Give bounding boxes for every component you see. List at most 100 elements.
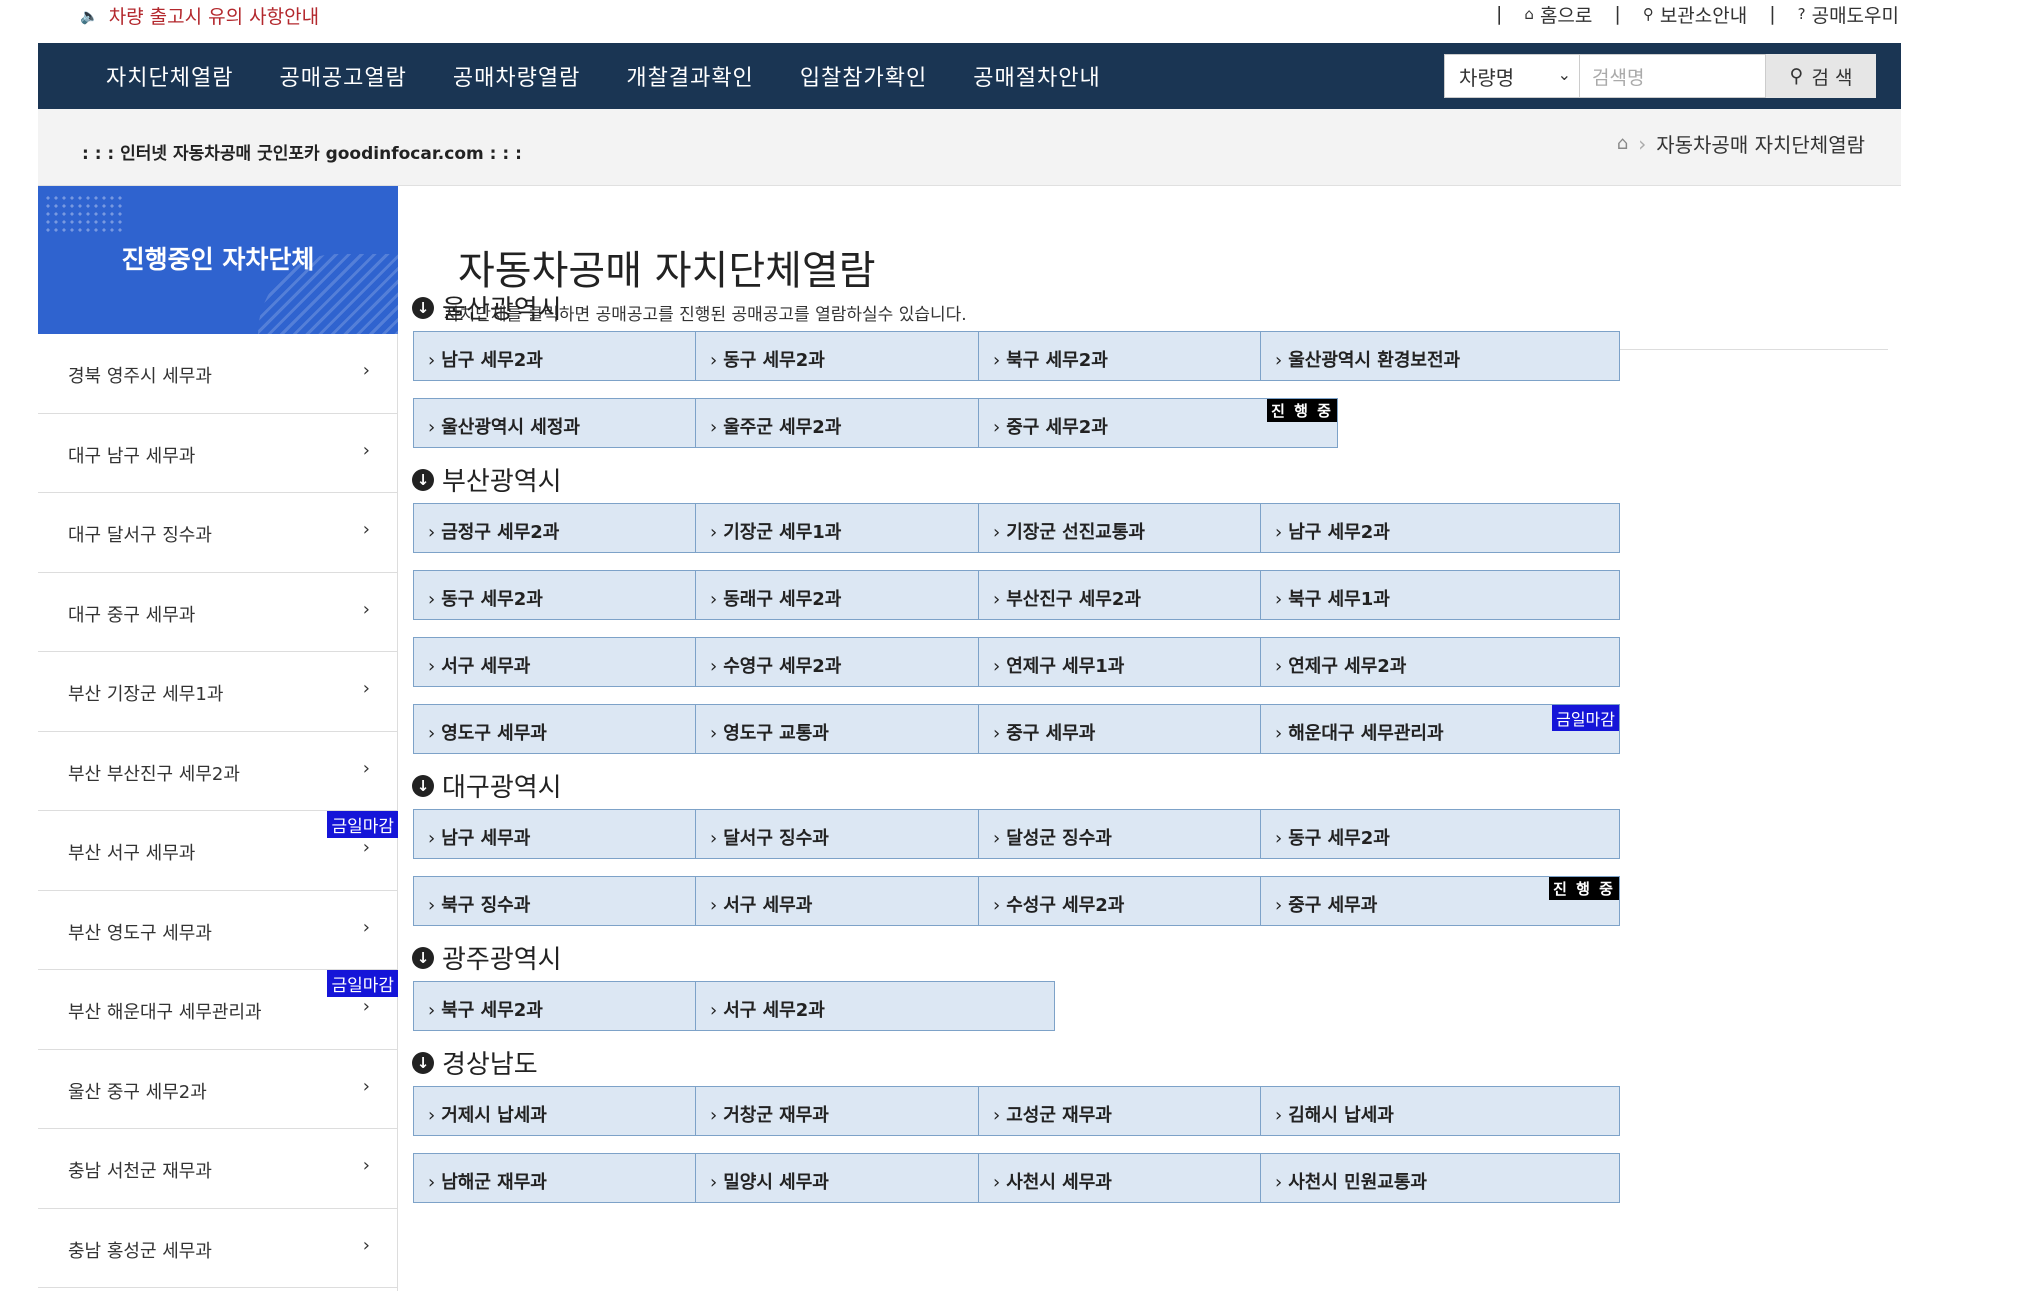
local-gov-label: › 달서구 징수과	[710, 824, 829, 850]
page-title: 자동차공매 자치단체열람	[458, 248, 876, 294]
sidebar-item[interactable]: 울산 중구 세무2과 ›	[38, 1050, 398, 1129]
local-gov-label: › 사천시 세무과	[993, 1168, 1112, 1194]
arrow-down-circle-icon: ↓	[412, 468, 434, 491]
search-input[interactable]: 검색명	[1580, 54, 1766, 98]
search-icon: ⚲	[1789, 65, 1804, 87]
sidebar-item-label: 부산 서구 세무과	[68, 843, 196, 864]
sidebar-item-label: 부산 영도구 세무과	[68, 922, 212, 944]
sidebar-item[interactable]: 부산 영도구 세무과 ›	[38, 891, 398, 970]
local-gov-cell[interactable]: › 해운대구 세무관리과 금일마감	[1260, 704, 1620, 754]
help-link[interactable]: ? 공매도우미	[1798, 1, 1899, 28]
breadcrumb-current: 자동차공매 자치단체열람	[1656, 133, 1865, 157]
region-header: ↓ 광주광역시	[412, 939, 562, 976]
local-gov-label: › 북구 세무1과	[1275, 585, 1390, 611]
search-form: 차량명 ⌄ 검색명 ⚲ 검 색	[1444, 54, 1876, 98]
region-name: 광주광역시	[442, 945, 562, 975]
sidebar-item[interactable]: 충남 서천군 재무과 ›	[38, 1129, 398, 1209]
arrow-down-circle-icon: ↓	[412, 1051, 434, 1074]
sidebar-item[interactable]: 경북 영주시 세무과 ›	[38, 334, 398, 414]
nav-item-bid-check[interactable]: 입찰참가확인	[800, 60, 927, 92]
local-gov-cell[interactable]: › 남구 세무2과	[1260, 503, 1620, 553]
chevron-right-icon: ›	[993, 522, 1001, 543]
local-gov-name: 연제구 세무2과	[1288, 656, 1407, 677]
sidebar-item[interactable]: 부산 해운대구 세무관리과 › 금일마감	[38, 970, 398, 1050]
local-gov-cell[interactable]: › 사천시 민원교통과	[1260, 1153, 1620, 1203]
local-gov-name: 울산광역시 환경보전과	[1288, 350, 1461, 371]
question-circle-icon: ?	[1797, 5, 1806, 23]
local-gov-name: 달서구 징수과	[723, 828, 829, 849]
local-gov-name: 영도구 교통과	[723, 723, 829, 744]
local-gov-label: › 거제시 납세과	[428, 1101, 547, 1127]
nav-item-vehicles[interactable]: 공매차량열람	[453, 60, 580, 92]
sidebar-item[interactable]: 부산 기장군 세무1과 ›	[38, 652, 398, 732]
sidebar-item[interactable]: 대구 중구 세무과 ›	[38, 573, 398, 652]
local-gov-label: › 중구 세무2과	[993, 413, 1108, 439]
search-category-select[interactable]: 차량명 ⌄	[1444, 54, 1580, 98]
chevron-right-icon: ›	[710, 895, 718, 916]
local-gov-label: › 해운대구 세무관리과	[1275, 719, 1444, 745]
search-button[interactable]: ⚲ 검 색	[1766, 54, 1876, 98]
sidebar-item[interactable]: 부산 부산진구 세무2과 ›	[38, 732, 398, 811]
in-progress-badge: 진 행 중	[1267, 399, 1337, 422]
local-gov-cell[interactable]: › 북구 세무1과	[1260, 570, 1620, 620]
chevron-right-icon: ›	[710, 723, 718, 744]
sidebar-item[interactable]: 대구 달서구 징수과 ›	[38, 493, 398, 573]
local-gov-label: › 남구 세무과	[428, 824, 530, 850]
local-gov-label: › 영도구 세무과	[428, 719, 547, 745]
notice-link[interactable]: 🔈 차량 출고시 유의 사항안내	[80, 2, 319, 29]
sidebar-item[interactable]: 부산 서구 세무과 › 금일마감	[38, 811, 398, 891]
local-gov-cell[interactable]: › 중구 세무과 진 행 중	[1260, 876, 1620, 926]
local-gov-name: 북구 세무1과	[1288, 589, 1390, 610]
chevron-right-icon: ›	[1275, 828, 1283, 849]
nav-item-local-gov[interactable]: 자치단체열람	[106, 60, 233, 92]
local-gov-name: 중구 세무과	[1006, 723, 1096, 744]
local-gov-cell[interactable]: › 김해시 납세과	[1260, 1086, 1620, 1136]
local-gov-name: 남구 세무2과	[1288, 522, 1390, 543]
nav-item-results[interactable]: 개찰결과확인	[626, 60, 753, 92]
nav-item-notices[interactable]: 공매공고열람	[279, 60, 406, 92]
local-gov-name: 밀양시 세무과	[723, 1172, 829, 1193]
sidebar-item[interactable]: 대구 남구 세무과 ›	[38, 414, 398, 493]
local-gov-label: › 동구 세무2과	[428, 585, 543, 611]
local-gov-name: 중구 세무과	[1288, 895, 1378, 916]
storage-link[interactable]: ⚲ 보관소안내	[1643, 1, 1747, 28]
local-gov-name: 수성구 세무2과	[1006, 895, 1125, 916]
local-gov-name: 달성군 징수과	[1006, 828, 1112, 849]
local-gov-name: 서구 세무2과	[723, 1000, 825, 1021]
chevron-right-icon: ›	[993, 895, 1001, 916]
local-gov-cell[interactable]: › 서구 세무2과	[695, 981, 1055, 1031]
sidebar-item-label: 부산 부산진구 세무2과	[68, 763, 240, 785]
local-gov-name: 남구 세무2과	[441, 350, 543, 371]
nav-item-procedure[interactable]: 공매절차안내	[973, 60, 1100, 92]
chevron-right-icon: ›	[362, 757, 370, 779]
home-link[interactable]: ⌂ 홈으로	[1524, 1, 1592, 28]
chevron-right-icon: ›	[1275, 1172, 1283, 1193]
chevron-right-icon: ›	[710, 350, 718, 371]
home-icon[interactable]: ⌂	[1617, 133, 1628, 154]
local-gov-name: 남구 세무과	[441, 828, 531, 849]
main-content: 자동차공매 자치단체열람 자치단체를 클릭하면 공매공고를 진행된 공매공고를 …	[398, 186, 1901, 1291]
local-gov-name: 김해시 납세과	[1288, 1105, 1394, 1126]
local-gov-label: › 북구 세무2과	[993, 346, 1108, 372]
notice-text: 차량 출고시 유의 사항안내	[108, 6, 320, 28]
local-gov-label: › 남해군 재무과	[428, 1168, 547, 1194]
local-gov-label: › 밀양시 세무과	[710, 1168, 829, 1194]
chevron-right-icon: ›	[362, 916, 370, 938]
utility-links: | ⌂ 홈으로 | ⚲ 보관소안내 | ? 공매도우미	[1474, 0, 1899, 28]
region-name: 울산광역시	[442, 295, 562, 325]
sidebar-item[interactable]: 충남 홍성군 세무과 ›	[38, 1209, 398, 1288]
local-gov-label: › 금정구 세무2과	[428, 518, 559, 544]
local-gov-name: 남해군 재무과	[441, 1172, 547, 1193]
chevron-right-icon: ›	[1275, 350, 1283, 371]
arrow-down-circle-icon: ↓	[412, 296, 434, 319]
local-gov-cell[interactable]: › 동구 세무2과	[1260, 809, 1620, 859]
chevron-right-icon: ›	[993, 417, 1001, 438]
local-gov-name: 해운대구 세무관리과	[1288, 723, 1444, 744]
local-gov-label: › 기장군 선진교통과	[993, 518, 1145, 544]
local-gov-cell[interactable]: › 중구 세무2과 진 행 중	[978, 398, 1338, 448]
local-gov-cell[interactable]: › 연제구 세무2과	[1260, 637, 1620, 687]
local-gov-cell[interactable]: › 울산광역시 환경보전과	[1260, 331, 1620, 381]
local-gov-name: 고성군 재무과	[1006, 1105, 1112, 1126]
sidebar-item-label: 충남 홍성군 세무과	[68, 1240, 212, 1262]
local-gov-label: › 부산진구 세무2과	[993, 585, 1141, 611]
